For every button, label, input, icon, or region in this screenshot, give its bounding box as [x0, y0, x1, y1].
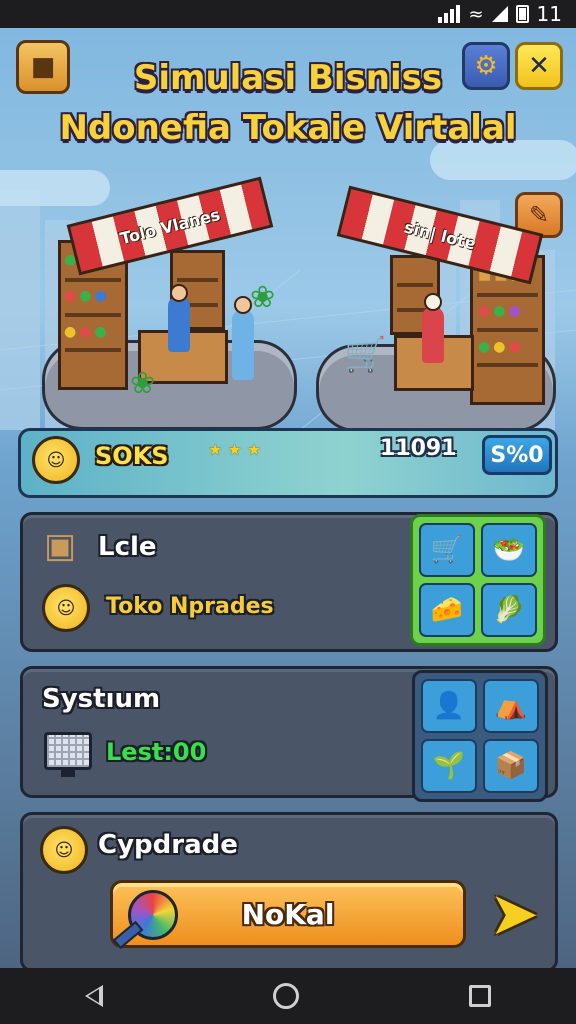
sun-coin-icon: ☺: [42, 584, 90, 632]
signal-icon: [438, 5, 461, 23]
computer-monitor-icon: [44, 732, 92, 777]
wifi-icon: ≈: [468, 3, 484, 25]
percentage-value: S%0: [490, 442, 544, 468]
left-market-stall[interactable]: ●●● ●●● ●●● Tolo Vlanes ❀ ❀: [50, 176, 290, 420]
close-button[interactable]: ✕: [515, 42, 563, 90]
right-stall-awning: sin| lotɐ: [336, 185, 544, 285]
cardboard-boxes-icon[interactable]: 📦: [483, 739, 539, 793]
next-button-label: NoKal: [241, 897, 335, 931]
shop-card-title: Lcle: [98, 532, 157, 562]
system-item-grid: 👤 ⛺ 🌱 📦: [412, 670, 548, 802]
rating-stars: ★ ★ ★: [208, 440, 262, 459]
left-stall-sign: Tolo Vlanes: [118, 204, 222, 248]
right-stall-sign: sin| lotɐ: [402, 216, 478, 254]
vendor-figure: [422, 307, 444, 363]
arrow-right-icon: ➤: [488, 879, 540, 949]
potted-plant-icon[interactable]: 🌱: [421, 739, 477, 793]
gear-icon: ⚙: [474, 51, 498, 81]
shelf-goods: ●●●: [478, 339, 521, 355]
shop-item-grid: 🛒 🥗 🧀 🥬: [410, 514, 546, 646]
cell-signal-icon: [491, 6, 508, 22]
status-time: 11: [536, 2, 562, 26]
customer-figure: [232, 310, 254, 380]
system-stat: Lest:00: [106, 738, 207, 766]
shelf-goods: ●●●: [64, 288, 107, 304]
shelf-goods: ●●●: [64, 324, 107, 340]
shopkeeper-icon[interactable]: 👤: [421, 679, 477, 733]
shopkeeper-figure: [168, 296, 190, 352]
boxes-icon: ▣: [44, 526, 77, 566]
shopping-cart-icon[interactable]: 🛒: [419, 523, 475, 577]
right-market-stall[interactable]: ■■■ ●●● ●●● sin| lotɐ 🛒: [320, 185, 560, 425]
sun-coin-icon: ☺: [32, 436, 80, 484]
status-bar: ≈ 11: [0, 0, 576, 28]
maraca-icon: [128, 890, 178, 940]
settings-gear-button[interactable]: ⚙: [462, 42, 510, 90]
system-nav-bar: [0, 968, 576, 1024]
shopkeeper-head: [170, 284, 188, 302]
percentage-badge[interactable]: S%0: [482, 435, 552, 475]
money-count: 11091: [380, 436, 457, 461]
stock-label: SOKS: [95, 442, 169, 470]
shelf-goods: ●●●: [478, 303, 521, 319]
lettuce-basket-icon[interactable]: 🥬: [481, 583, 537, 637]
fruit-cheese-icon[interactable]: 🧀: [419, 583, 475, 637]
close-icon: ✕: [528, 51, 550, 81]
home-nav-icon[interactable]: [273, 983, 299, 1009]
shop-name: Toko Nprades: [106, 594, 274, 619]
back-nav-icon[interactable]: [85, 985, 103, 1007]
forward-arrow-button[interactable]: ➤: [484, 884, 544, 946]
potted-plant-icon: ❀: [130, 366, 156, 401]
battery-icon: [515, 5, 529, 23]
game-title-line2: Ndonefia Tokaie Virtalal: [59, 108, 517, 148]
system-card-title: Systıum: [42, 684, 161, 714]
vegetable-crate-icon[interactable]: 🥗: [481, 523, 537, 577]
vendor-head: [424, 293, 442, 311]
shopping-cart-icon: 🛒: [344, 335, 387, 375]
recent-apps-nav-icon[interactable]: [469, 985, 491, 1007]
upgrade-card-title: Cypdrade: [98, 830, 238, 860]
potted-plant-icon: ❀: [250, 280, 276, 315]
market-stall-icon[interactable]: ⛺: [483, 679, 539, 733]
sun-coin-icon: ☺: [40, 826, 88, 874]
